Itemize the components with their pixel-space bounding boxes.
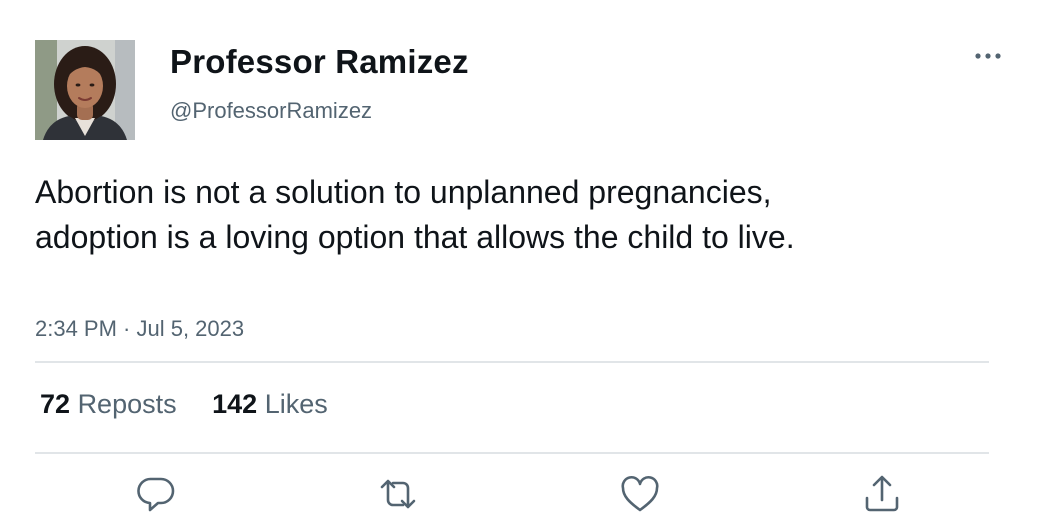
- share-icon: [865, 475, 899, 512]
- more-options-button[interactable]: [968, 44, 1008, 68]
- heart-icon: [621, 475, 659, 512]
- repost-icon: [380, 479, 416, 509]
- reply-button[interactable]: [131, 470, 181, 520]
- likes-label: Likes: [264, 389, 328, 419]
- likes-stat[interactable]: 142 Likes: [212, 386, 328, 422]
- avatar-image: [35, 40, 135, 140]
- author-display-name[interactable]: Professor Ramizez: [170, 42, 469, 82]
- reposts-count: 72: [40, 389, 71, 419]
- divider: [35, 361, 989, 363]
- tweet-timestamp[interactable]: 2:34 PM · Jul 5, 2023: [35, 315, 244, 343]
- tweet-stats: 72 Reposts 142 Likes: [40, 386, 356, 422]
- reposts-label: Reposts: [77, 389, 177, 419]
- reposts-stat[interactable]: 72 Reposts: [40, 386, 177, 422]
- author-handle[interactable]: @ProfessorRamizez: [170, 97, 372, 125]
- tweet-card: Professor Ramizez @ProfessorRamizez Abor…: [0, 0, 1050, 525]
- tweet-text: Abortion is not a solution to unplanned …: [35, 174, 795, 255]
- likes-count: 142: [212, 389, 258, 419]
- reply-icon: [137, 477, 175, 512]
- avatar[interactable]: [35, 40, 135, 140]
- share-button[interactable]: [857, 470, 907, 520]
- repost-button[interactable]: [373, 470, 423, 520]
- more-horizontal-icon: [975, 53, 1001, 59]
- divider: [35, 452, 989, 454]
- like-button[interactable]: [615, 470, 665, 520]
